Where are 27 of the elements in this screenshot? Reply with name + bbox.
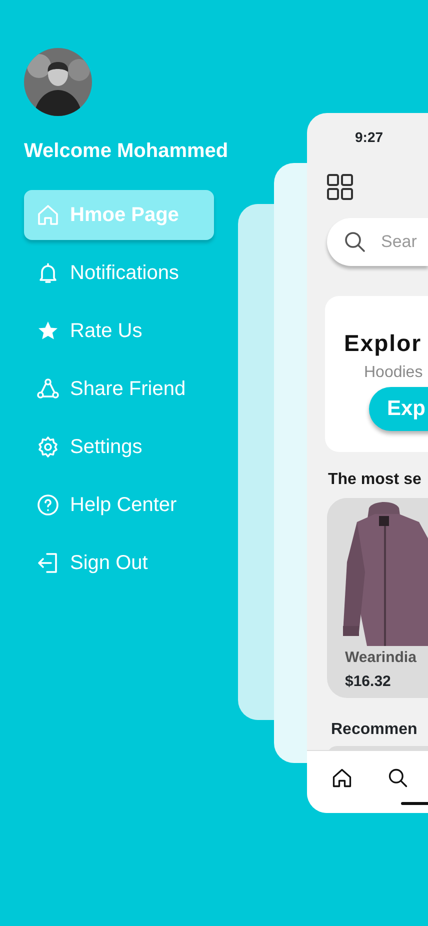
status-time: 9:27: [355, 128, 384, 147]
search-icon[interactable]: [387, 767, 409, 789]
menu-item[interactable]: Rate Us: [24, 306, 214, 356]
section-title: Recommen: [331, 720, 418, 740]
search-icon: [343, 230, 367, 254]
menu-item[interactable]: Notifications: [24, 248, 214, 298]
grid-icon[interactable]: [327, 174, 353, 200]
help-icon: [36, 493, 60, 517]
search-field[interactable]: Sear: [327, 218, 428, 266]
section-title: The most se: [328, 470, 422, 490]
home-icon[interactable]: [331, 767, 353, 789]
menu-item[interactable]: Help Center: [24, 480, 214, 530]
explore-button[interactable]: Exp: [369, 386, 428, 430]
menu-item[interactable]: Share Friend: [24, 364, 214, 414]
home-indicator: [401, 802, 428, 805]
home-icon: [36, 203, 60, 227]
menu-item[interactable]: Sign Out: [24, 538, 214, 588]
banner-title: Explor: [344, 329, 422, 358]
settings-icon: [36, 435, 60, 459]
banner-subtitle: Hoodies: [364, 362, 423, 382]
menu-item[interactable]: Settings: [24, 422, 214, 472]
greeting: Welcome Mohammed: [24, 139, 230, 164]
menu-item[interactable]: Hmoe Page: [24, 190, 214, 240]
share-icon: [36, 377, 60, 401]
product-name: Wearindia: [345, 648, 416, 668]
product-price: $16.32: [345, 672, 391, 692]
sign-out-icon: [36, 551, 60, 575]
